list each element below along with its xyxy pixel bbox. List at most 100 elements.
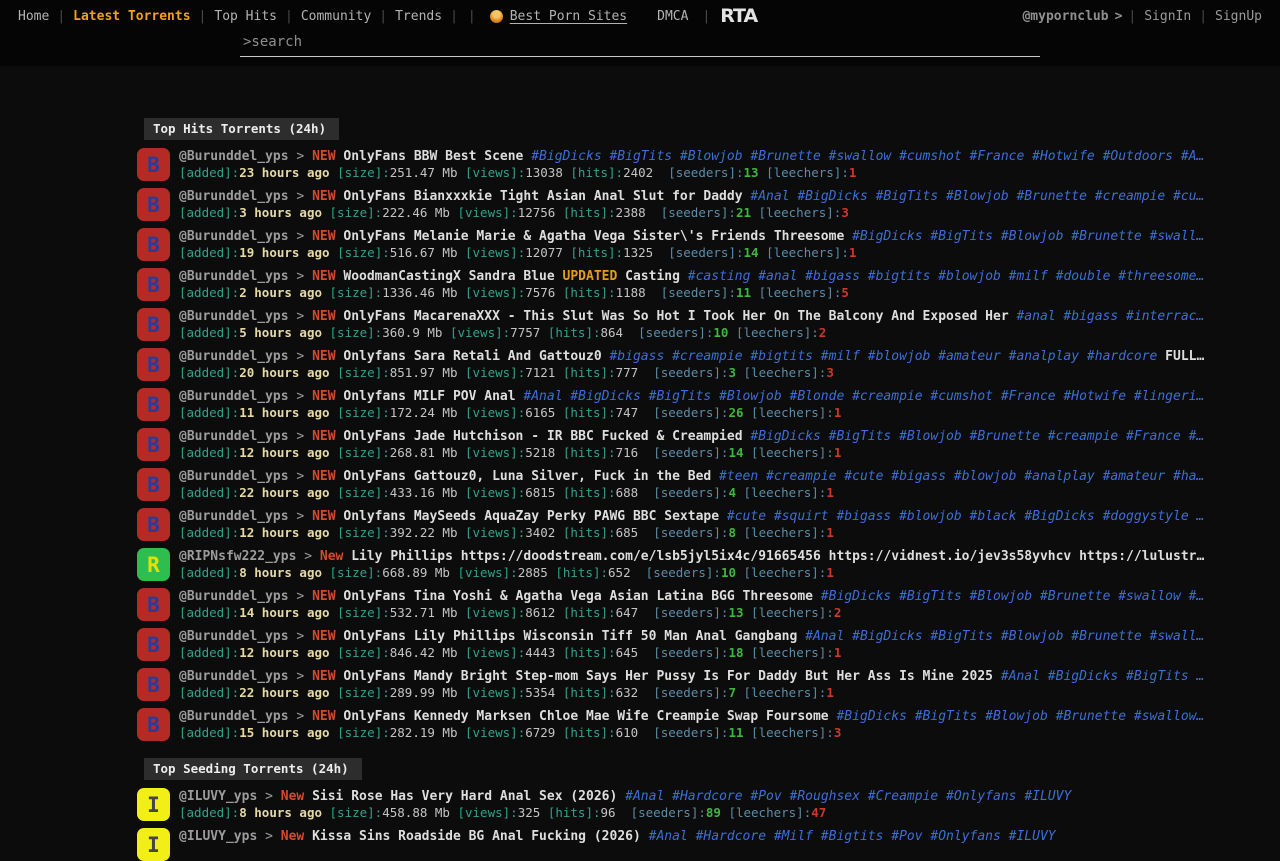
user-link[interactable]: @Burunddel_yps — [179, 469, 289, 484]
user-link[interactable]: @ILUVY_yps — [179, 829, 257, 844]
signup-link[interactable]: SignUp — [1207, 9, 1270, 24]
site-handle[interactable]: @mypornclub — [1022, 9, 1108, 24]
user-avatar[interactable]: I — [137, 788, 170, 821]
tag-list[interactable]: #Anal #BigDicks #BigTits … — [993, 669, 1204, 684]
new-badge: NEW — [312, 469, 335, 484]
torrent-title[interactable]: OnlyFans Lily Phillips Wisconsin Tiff 50… — [336, 629, 798, 644]
user-avatar[interactable]: B — [137, 588, 170, 621]
tag-list[interactable]: #anal #bigass #interrac… — [1009, 309, 1205, 324]
user-avatar[interactable]: B — [137, 268, 170, 301]
tag-list[interactable]: #BigDicks #BigTits #Blowjob #Brunette #c… — [743, 429, 1205, 444]
user-link[interactable]: @Burunddel_yps — [179, 309, 289, 324]
user-link[interactable]: @Burunddel_yps — [179, 629, 289, 644]
nav-top-hits[interactable]: Top Hits — [206, 9, 285, 24]
user-link[interactable]: @Burunddel_yps — [179, 669, 289, 684]
added-label: [added]: — [179, 525, 239, 540]
torrent-title[interactable]: OnlyFans Kennedy Marksen Chloe Mae Wife … — [336, 709, 829, 724]
user-avatar[interactable]: B — [137, 308, 170, 341]
user-link[interactable]: @Burunddel_yps — [179, 389, 289, 404]
torrent-title[interactable]: WoodmanCastingX Sandra Blue — [336, 269, 555, 284]
torrent-title[interactable]: OnlyFans Tina Yoshi & Agatha Vega Asian … — [336, 589, 813, 604]
rta-logo[interactable]: RTA — [720, 5, 757, 27]
user-link[interactable]: @Burunddel_yps — [179, 229, 289, 244]
user-link[interactable]: @Burunddel_yps — [179, 429, 289, 444]
user-avatar[interactable]: B — [137, 508, 170, 541]
torrent-title[interactable]: OnlyFans BBW Best Scene — [336, 149, 524, 164]
user-avatar[interactable]: B — [137, 628, 170, 661]
user-avatar[interactable]: B — [137, 668, 170, 701]
nav-trends[interactable]: Trends — [387, 9, 450, 24]
size-label: [size]: — [330, 805, 383, 820]
dmca-link[interactable]: DMCA — [657, 9, 688, 24]
user-avatar[interactable]: B — [137, 148, 170, 181]
user-link[interactable]: @Burunddel_yps — [179, 349, 289, 364]
tag-list[interactable]: #Anal #Hardcore #Pov #Roughsex #Creampie… — [617, 789, 1071, 804]
torrent-title[interactable]: Lily Phillips https://doodstream.com/e/l… — [343, 549, 1204, 564]
size-label: [size]: — [337, 365, 390, 380]
user-avatar[interactable]: B — [137, 188, 170, 221]
leechers-value: 1 — [826, 525, 834, 540]
torrent-title[interactable]: Onlyfans Sara Retali And Gattouz0 — [336, 349, 602, 364]
seeders-label: [seeders]: — [653, 605, 728, 620]
tag-list[interactable]: #BigDicks #BigTits #Blowjob #Brunette #s… — [844, 229, 1204, 244]
tag-list[interactable]: #teen #creampie #cute #bigass #blowjob #… — [711, 469, 1204, 484]
search-input[interactable]: >search — [240, 33, 1040, 57]
user-avatar[interactable]: B — [137, 228, 170, 261]
torrent-title[interactable]: OnlyFans MacarenaXXX - This Slut Was So … — [336, 309, 1009, 324]
tag-list[interactable]: #Anal #BigDicks #BigTits #Blowjob #Blond… — [516, 389, 1205, 404]
leechers-value: 1 — [834, 445, 842, 460]
user-avatar[interactable]: B — [137, 348, 170, 381]
nav-home[interactable]: Home — [10, 9, 57, 24]
size-value: 222.46 Mb — [382, 205, 457, 220]
user-avatar[interactable]: B — [137, 468, 170, 501]
torrent-title[interactable]: OnlyFans Jade Hutchison - IR BBC Fucked … — [336, 429, 743, 444]
user-link[interactable]: @Burunddel_yps — [179, 149, 289, 164]
user-link[interactable]: @RIPNsfw222_yps — [179, 549, 296, 564]
user-avatar[interactable]: B — [137, 428, 170, 461]
tag-list[interactable]: #Anal #BigDicks #BigTits #Blowjob #Brune… — [743, 189, 1205, 204]
user-link[interactable]: @Burunddel_yps — [179, 189, 289, 204]
tag-list[interactable]: #casting #anal #bigass #bigtits #blowjob… — [680, 269, 1204, 284]
added-value: 8 hours ago — [239, 565, 329, 580]
user-link[interactable]: @Burunddel_yps — [179, 709, 289, 724]
views-value: 6729 — [525, 725, 563, 740]
torrent-title[interactable]: Onlyfans MaySeeds AquaZay Perky PAWG BBC… — [336, 509, 720, 524]
user-link[interactable]: @ILUVY_yps — [179, 789, 257, 804]
seeders-label: [seeders]: — [631, 805, 706, 820]
tag-list[interactable]: #BigDicks #BigTits #Blowjob #Brunette #s… — [523, 149, 1204, 164]
torrent-title[interactable]: Kissa Sins Roadside BG Anal Fucking (202… — [304, 829, 641, 844]
torrent-title[interactable]: Onlyfans MILF POV Anal — [336, 389, 516, 404]
user-link[interactable]: @Burunddel_yps — [179, 589, 289, 604]
seeders-value: 10 — [721, 565, 744, 580]
torrent-title[interactable]: OnlyFans Melanie Marie & Agatha Vega Sis… — [336, 229, 845, 244]
best-porn-sites-link[interactable]: Best Porn Sites — [490, 9, 627, 24]
size-value: 360.9 Mb — [382, 325, 450, 340]
hits-value: 1188 — [616, 285, 661, 300]
tag-list[interactable]: #Anal #Hardcore #Milf #Bigtits #Pov #Onl… — [641, 829, 1056, 844]
tag-list[interactable]: #cute #squirt #bigass #blowjob #black #B… — [719, 509, 1204, 524]
torrent-title[interactable]: OnlyFans Bianxxxkie Tight Asian Anal Slu… — [336, 189, 743, 204]
tag-list[interactable]: #Anal #BigDicks #BigTits #Blowjob #Brune… — [797, 629, 1204, 644]
torrent-title[interactable]: OnlyFans Gattouz0, Luna Silver, Fuck in … — [336, 469, 712, 484]
user-avatar[interactable]: B — [137, 708, 170, 741]
size-value: 282.19 Mb — [390, 725, 465, 740]
torrent-row: B@Burunddel_yps > NEW Onlyfans MaySeeds … — [137, 508, 1280, 541]
torrent-title[interactable]: Casting — [617, 269, 680, 284]
nav-latest-torrents[interactable]: Latest Torrents — [65, 9, 198, 24]
tag-list[interactable]: #BigDicks #BigTits #Blowjob #Brunette #s… — [829, 709, 1205, 724]
tag-list[interactable]: #bigass #creampie #bigtits #milf #blowjo… — [602, 349, 1158, 364]
size-value: 668.89 Mb — [382, 565, 457, 580]
tag-list[interactable]: #BigDicks #BigTits #Blowjob #Brunette #s… — [813, 589, 1204, 604]
user-link[interactable]: @Burunddel_yps — [179, 269, 289, 284]
hits-label: [hits]: — [570, 245, 623, 260]
torrent-title[interactable]: Sisi Rose Has Very Hard Anal Sex (2026) — [304, 789, 617, 804]
added-value: 19 hours ago — [239, 245, 337, 260]
torrent-title[interactable]: OnlyFans Mandy Bright Step-mom Says Her … — [336, 669, 993, 684]
added-label: [added]: — [179, 285, 239, 300]
signin-link[interactable]: SignIn — [1136, 9, 1199, 24]
nav-community[interactable]: Community — [293, 9, 379, 24]
user-avatar[interactable]: R — [137, 548, 170, 581]
user-avatar[interactable]: I — [137, 828, 170, 861]
user-link[interactable]: @Burunddel_yps — [179, 509, 289, 524]
user-avatar[interactable]: B — [137, 388, 170, 421]
